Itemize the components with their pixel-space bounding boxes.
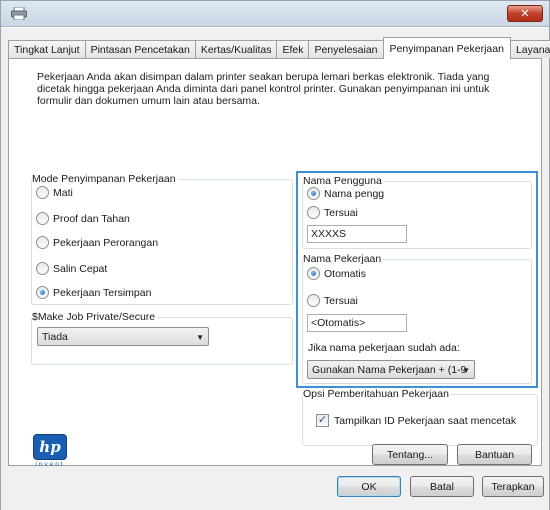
job-name-legend: Nama Pekerjaan <box>303 253 384 265</box>
job-exists-label: Jika nama pekerjaan sudah ada: <box>308 342 460 354</box>
mode-proof-hold-label: Proof dan Tahan <box>53 212 130 225</box>
hp-logo-tagline: invent <box>35 461 65 468</box>
storage-mode-legend: Mode Penyimpanan Pekerjaan <box>32 173 178 185</box>
mode-quick-copy-label: Salin Cepat <box>53 262 108 275</box>
radio-indicator <box>36 186 49 199</box>
tab-finishing[interactable]: Penyelesaian <box>308 40 384 58</box>
cancel-button[interactable]: Batal <box>410 476 474 497</box>
private-secure-dropdown[interactable]: Tiada ▼ <box>37 327 209 346</box>
help-button[interactable]: Bantuan <box>457 444 532 465</box>
intro-text: Pekerjaan Anda akan disimpan dalam print… <box>37 71 490 107</box>
tab-printing-shortcuts[interactable]: Pintasan Pencetakan <box>84 40 196 58</box>
show-job-id-checkbox[interactable]: ✓ Tampilkan ID Pekerjaan saat mencetak <box>316 414 516 427</box>
radio-indicator <box>36 236 49 249</box>
about-button[interactable]: Tentang... <box>372 444 448 465</box>
title-bar[interactable]: ✕ <box>1 1 549 27</box>
job-name-auto-radio[interactable]: Otomatis <box>307 267 366 280</box>
job-name-input[interactable]: <Otomatis> <box>307 314 407 332</box>
radio-indicator-selected <box>307 267 320 280</box>
job-name-custom-radio[interactable]: Tersuai <box>307 294 358 307</box>
user-name-custom-label: Tersuai <box>324 206 358 219</box>
printer-properties-window: ✕ Tingkat Lanjut Pintasan Pencetakan Ker… <box>0 0 550 510</box>
hp-logo: hp invent <box>33 434 67 470</box>
dialog-body: Tingkat Lanjut Pintasan Pencetakan Kerta… <box>1 28 550 510</box>
close-icon: ✕ <box>520 8 530 20</box>
private-secure-legend: $Make Job Private/Secure <box>32 311 158 323</box>
mode-stored-job-radio[interactable]: Pekerjaan Tersimpan <box>36 286 151 299</box>
radio-indicator <box>307 206 320 219</box>
tab-services[interactable]: Layanan <box>509 40 550 58</box>
radio-indicator <box>36 262 49 275</box>
radio-indicator-selected <box>307 187 320 200</box>
close-button[interactable]: ✕ <box>507 5 543 22</box>
printer-icon <box>11 7 27 20</box>
mode-proof-hold-radio[interactable]: Proof dan Tahan <box>36 212 130 225</box>
tab-strip: Tingkat Lanjut Pintasan Pencetakan Kerta… <box>8 36 550 59</box>
hp-logo-mark: hp <box>33 434 67 460</box>
job-name-value: <Otomatis> <box>311 317 366 329</box>
mode-off-label: Mati <box>53 186 73 199</box>
tab-advanced[interactable]: Tingkat Lanjut <box>8 40 86 58</box>
mode-off-radio[interactable]: Mati <box>36 186 73 199</box>
tab-job-storage[interactable]: Penyimpanan Pekerjaan <box>382 37 511 59</box>
mode-quick-copy-radio[interactable]: Salin Cepat <box>36 262 107 275</box>
radio-indicator-selected <box>36 286 49 299</box>
user-name-legend: Nama Pengguna <box>303 175 384 187</box>
chevron-down-icon: ▼ <box>196 333 204 342</box>
checkmark-icon: ✓ <box>316 414 329 427</box>
user-name-value: XXXXS <box>311 228 347 240</box>
user-name-default-label: Nama pengg <box>324 187 385 200</box>
tab-paper-quality[interactable]: Kertas/Kualitas <box>194 40 278 58</box>
job-name-auto-label: Otomatis <box>324 267 367 280</box>
job-exists-value: Gunakan Nama Pekerjaan + (1-9 <box>312 363 467 376</box>
mode-personal-job-radio[interactable]: Pekerjaan Perorangan <box>36 236 158 249</box>
mode-stored-job-label: Pekerjaan Tersimpan <box>53 286 152 299</box>
mode-personal-job-label: Pekerjaan Perorangan <box>53 236 159 249</box>
notification-legend: Opsi Pemberitahuan Pekerjaan <box>303 388 451 400</box>
user-name-default-radio[interactable]: Nama pengg <box>307 187 384 200</box>
private-secure-value: Tiada <box>42 330 68 343</box>
job-name-custom-label: Tersuai <box>324 294 358 307</box>
show-job-id-label: Tampilkan ID Pekerjaan saat mencetak <box>334 414 517 427</box>
job-exists-dropdown[interactable]: Gunakan Nama Pekerjaan + (1-9 ▼ <box>307 360 475 379</box>
radio-indicator <box>307 294 320 307</box>
radio-indicator <box>36 212 49 225</box>
ok-button[interactable]: OK <box>337 476 401 497</box>
tab-effects[interactable]: Efek <box>276 40 310 58</box>
user-name-input[interactable]: XXXXS <box>307 225 407 243</box>
apply-button[interactable]: Terapkan <box>482 476 544 497</box>
job-storage-panel: Pekerjaan Anda akan disimpan dalam print… <box>8 58 542 468</box>
user-name-custom-radio[interactable]: Tersuai <box>307 206 358 219</box>
chevron-down-icon: ▼ <box>462 366 470 375</box>
